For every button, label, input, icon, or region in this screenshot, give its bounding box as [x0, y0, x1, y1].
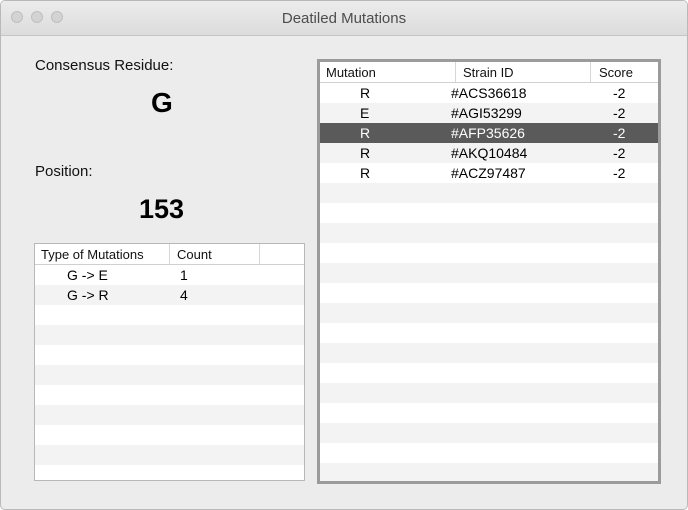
column-header-mutation[interactable]: Mutation	[326, 65, 376, 80]
strain-id-cell: #ACS36618	[451, 85, 527, 101]
mutation-type-table[interactable]: Type of Mutations Count G -> E 1 G -> R …	[34, 243, 305, 481]
column-header-score[interactable]: Score	[599, 65, 633, 80]
strain-id-cell: #ACZ97487	[451, 165, 526, 181]
mutation-type-table-body: G -> E 1 G -> R 4	[35, 265, 304, 480]
table-row[interactable]: R #ACS36618 -2	[320, 83, 658, 103]
mutation-cell: R	[360, 145, 371, 161]
table-row[interactable]: R #ACZ97487 -2	[320, 163, 658, 183]
mutation-cell: E	[360, 105, 370, 121]
mutation-cell: R	[360, 165, 371, 181]
column-header-count[interactable]: Count	[177, 247, 212, 262]
strain-id-cell: #AKQ10484	[451, 145, 528, 161]
mutation-type-cell: G -> E	[67, 267, 108, 283]
mutation-type-cell: G -> R	[67, 287, 109, 303]
count-cell: 1	[180, 267, 188, 283]
strain-id-cell: #AFP35626	[451, 125, 525, 141]
count-cell: 4	[180, 287, 188, 303]
mutation-type-table-header: Type of Mutations Count	[35, 244, 304, 265]
table-row[interactable]: G -> E 1	[35, 265, 304, 285]
detailed-mutations-window: Deatiled Mutations Consensus Residue: G …	[0, 0, 688, 510]
mutation-detail-table-header: Mutation Strain ID Score	[320, 62, 658, 83]
mutation-detail-table-body: R #ACS36618 -2 E #AGI53299 -2 R #AFP3562…	[320, 83, 658, 481]
score-cell: -2	[613, 165, 626, 181]
mutation-cell: R	[360, 85, 371, 101]
table-row-selected[interactable]: R #AFP35626 -2	[320, 123, 658, 143]
score-cell: -2	[613, 145, 626, 161]
consensus-residue-value: G	[151, 87, 173, 118]
column-header-type-of-mutations[interactable]: Type of Mutations	[41, 247, 144, 262]
position-value: 153	[139, 194, 185, 224]
strain-id-cell: #AGI53299	[451, 105, 522, 121]
table-row[interactable]: G -> R 4	[35, 285, 304, 305]
score-cell: -2	[613, 125, 626, 141]
title-bar[interactable]: Deatiled Mutations	[1, 1, 687, 36]
position-label: Position:	[35, 163, 93, 180]
table-row[interactable]: R #AKQ10484 -2	[320, 143, 658, 163]
window-title: Deatiled Mutations	[281, 10, 407, 27]
mutation-cell: R	[360, 125, 371, 141]
consensus-residue-label: Consensus Residue:	[35, 57, 174, 74]
column-header-strain-id[interactable]: Strain ID	[463, 65, 514, 80]
mutation-detail-table[interactable]: Mutation Strain ID Score R #ACS36618 -2 …	[317, 59, 661, 484]
score-cell: -2	[613, 85, 626, 101]
score-cell: -2	[613, 105, 626, 121]
table-row[interactable]: E #AGI53299 -2	[320, 103, 658, 123]
